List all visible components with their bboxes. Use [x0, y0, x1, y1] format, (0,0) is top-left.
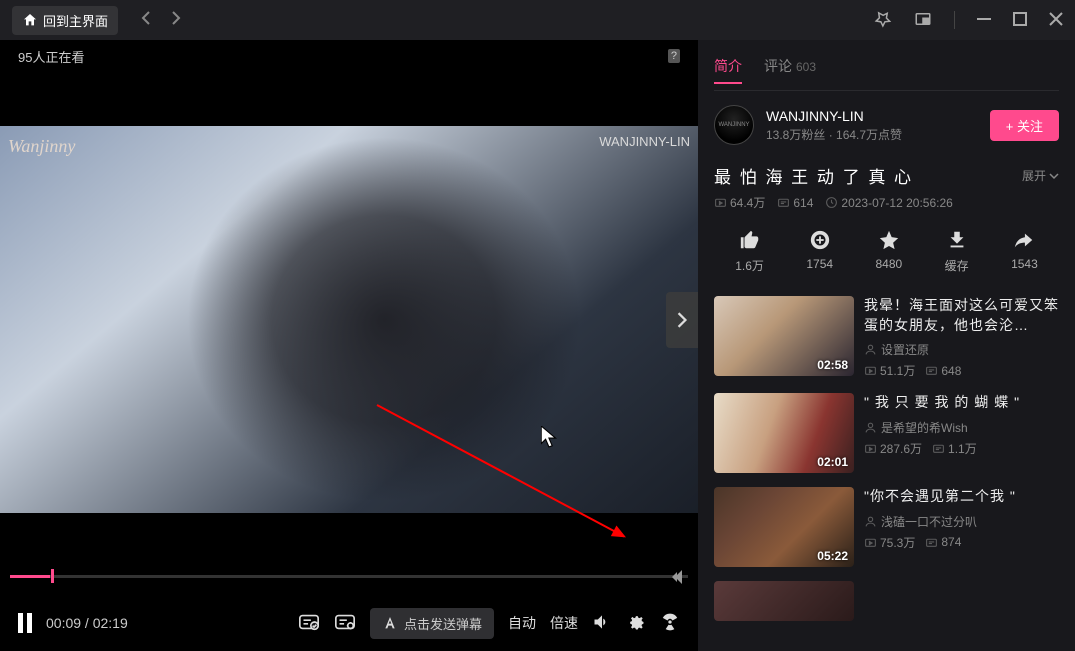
tab-intro[interactable]: 简介	[714, 56, 742, 84]
fav-button[interactable]: 8480	[875, 229, 902, 274]
minimize-button[interactable]	[977, 12, 991, 29]
close-button[interactable]	[1049, 12, 1063, 29]
expand-button[interactable]: 展开	[1022, 167, 1059, 184]
rec-thumbnail: 05:22	[714, 487, 854, 567]
radiation-icon[interactable]	[660, 612, 680, 635]
like-button[interactable]: 1.6万	[735, 229, 764, 274]
uploader-avatar[interactable]: WANJINNY	[714, 105, 754, 145]
back-to-main-label: 回到主界面	[43, 11, 108, 30]
rec-duration: 02:58	[817, 358, 848, 372]
settings-icon[interactable]	[626, 612, 646, 635]
follow-button[interactable]: + 关注	[990, 110, 1059, 141]
recommendation-item[interactable]: 02:58 我晕！海王面对这么可爱又笨蛋的女朋友，他也会沦… 设置还原 51.1…	[714, 296, 1059, 379]
rec-title: "你不会遇见第二个我 "	[864, 487, 1059, 507]
pause-button[interactable]	[18, 613, 32, 633]
maximize-button[interactable]	[1013, 12, 1027, 29]
next-video-button[interactable]	[666, 292, 698, 348]
speed-button[interactable]: 倍速	[550, 613, 578, 633]
coin-button[interactable]: 1754	[806, 229, 833, 274]
video-frame[interactable]: Wanjinny WANJINNY-LIN	[0, 126, 698, 512]
title-bar: 回到主界面	[0, 0, 1075, 40]
danmu-placeholder: 点击发送弹幕	[404, 614, 482, 633]
recommendation-item[interactable]	[714, 581, 1059, 621]
uploader-name[interactable]: WANJINNY-LIN	[766, 108, 978, 124]
divider	[954, 11, 955, 29]
viewers-count: 95人正在看	[18, 47, 84, 66]
rec-stats: 51.1万 648	[864, 362, 1059, 379]
rec-uploader: 浅磕一口不过分叭	[864, 513, 1059, 530]
rec-uploader: 设置还原	[864, 341, 1059, 358]
mini-player-icon[interactable]	[914, 10, 932, 31]
danmu-toggle-icon[interactable]	[298, 611, 320, 636]
recommendation-list: 02:58 我晕！海王面对这么可爱又笨蛋的女朋友，他也会沦… 设置还原 51.1…	[714, 296, 1059, 621]
rec-thumbnail	[714, 581, 854, 621]
sidebar-tabs: 简介 评论603	[714, 56, 1059, 91]
volume-icon[interactable]	[592, 612, 612, 635]
rec-stats: 75.3万 874	[864, 534, 1059, 551]
progress-bar[interactable]	[0, 567, 698, 595]
rec-thumbnail: 02:01	[714, 393, 854, 473]
cursor-icon	[541, 426, 559, 448]
recommendation-item[interactable]: 05:22 "你不会遇见第二个我 " 浅磕一口不过分叭 75.3万 874	[714, 487, 1059, 567]
rec-title: " 我 只 要 我 的 蝴 蝶 "	[864, 393, 1059, 413]
danmu-settings-icon[interactable]	[334, 611, 356, 636]
rec-thumbnail: 02:58	[714, 296, 854, 376]
recommendation-item[interactable]: 02:01 " 我 只 要 我 的 蝴 蝶 " 是希望的希Wish 287.6万…	[714, 393, 1059, 473]
video-title: 最 怕 海 王 动 了 真 心	[714, 163, 913, 188]
watermark-right: WANJINNY-LIN	[599, 134, 690, 149]
danmu-input[interactable]: 点击发送弹幕	[370, 608, 494, 639]
rec-uploader: 是希望的希Wish	[864, 419, 1059, 436]
home-icon	[22, 12, 38, 28]
nav-back-button[interactable]	[140, 11, 152, 30]
rec-duration: 05:22	[817, 549, 848, 563]
nav-forward-button[interactable]	[170, 11, 182, 30]
cache-button[interactable]: 缓存	[945, 229, 969, 274]
feedback-icon[interactable]: ?	[668, 49, 680, 63]
volume-gain-icon[interactable]	[672, 569, 688, 585]
quality-button[interactable]: 自动	[508, 613, 536, 633]
rec-title: 我晕！海王面对这么可爱又笨蛋的女朋友，他也会沦…	[864, 296, 1059, 335]
watermark-left: Wanjinny	[8, 136, 75, 157]
uploader-stats: 13.8万粉丝 · 164.7万点赞	[766, 126, 978, 143]
share-button[interactable]: 1543	[1011, 229, 1038, 274]
rec-duration: 02:01	[817, 455, 848, 469]
back-to-main-button[interactable]: 回到主界面	[12, 6, 118, 35]
video-meta: 64.4万 614 2023-07-12 20:56:26	[714, 194, 1059, 211]
rec-stats: 287.6万 1.1万	[864, 440, 1059, 457]
player-controls: 00:09 / 02:19 点击发送弹幕 自动 倍速	[0, 595, 698, 651]
font-icon	[382, 615, 398, 631]
pin-icon[interactable]	[874, 10, 892, 31]
sidebar: 简介 评论603 WANJINNY WANJINNY-LIN 13.8万粉丝 ·…	[698, 40, 1075, 651]
time-display: 00:09 / 02:19	[46, 615, 128, 631]
tab-comments[interactable]: 评论603	[764, 56, 816, 82]
video-player: 95人正在看 ? Wanjinny WANJINNY-LIN	[0, 40, 698, 651]
